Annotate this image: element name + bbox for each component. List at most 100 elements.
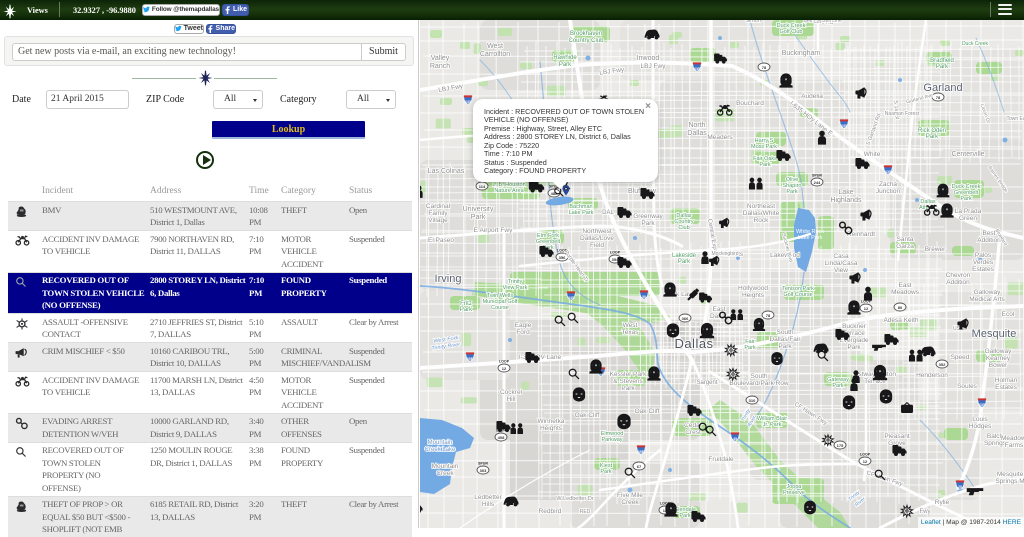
svg-text:South: South [777, 329, 794, 336]
svg-text:30: 30 [642, 295, 646, 299]
svg-text:12: 12 [502, 366, 507, 371]
svg-text:Zacha: Zacha [879, 181, 897, 188]
svg-text:78: 78 [936, 95, 941, 100]
svg-text:Hill: Hill [506, 396, 516, 403]
svg-text:Belt Line: Belt Line [822, 20, 842, 24]
svg-text:Medical Arts: Medical Arts [969, 296, 1005, 303]
svg-text:635: 635 [885, 170, 891, 174]
svg-text:12: 12 [863, 459, 868, 464]
svg-text:45: 45 [733, 437, 737, 441]
svg-text:35E: 35E [467, 357, 474, 361]
svg-text:LOOP: LOOP [610, 251, 621, 255]
svg-text:Mountain: Mountain [432, 463, 459, 470]
svg-text:Northwest: Northwest [582, 228, 611, 235]
svg-text:Oak Cliff: Oak Cliff [575, 412, 600, 419]
svg-text:University: University [463, 206, 494, 213]
svg-text:78: 78 [762, 65, 767, 70]
svg-text:Hollywood: Hollywood [738, 285, 768, 292]
svg-text:Green: Green [959, 215, 977, 222]
svg-text:Cardinal: Cardinal [426, 203, 451, 210]
svg-text:Crest: Crest [685, 429, 701, 436]
svg-text:Galloway: Galloway [974, 289, 1001, 296]
svg-text:Sargent: Sargent [696, 380, 717, 386]
svg-text:67: 67 [637, 464, 642, 469]
svg-text:Park: Park [679, 513, 691, 519]
svg-text:Greenway: Greenway [633, 213, 663, 220]
svg-text:Buckingham: Buckingham [782, 50, 821, 57]
svg-text:Addition: Addition [977, 237, 1001, 244]
svg-text:Park: Park [641, 220, 655, 227]
svg-text:Pleasant: Pleasant [884, 433, 909, 440]
svg-text:Hodges: Hodges [969, 423, 992, 430]
svg-text:Junction: Junction [876, 188, 901, 195]
svg-text:Park: Park [678, 259, 691, 265]
svg-text:Bower: Bower [989, 362, 1008, 369]
svg-text:& Stevens: & Stevens [613, 378, 643, 385]
svg-text:12: 12 [864, 306, 869, 311]
svg-text:Garland: Garland [923, 82, 962, 94]
svg-text:Golf Course: Golf Course [783, 292, 812, 298]
svg-text:35E: 35E [638, 450, 645, 454]
svg-text:Mockingbird: Mockingbird [712, 251, 739, 257]
svg-text:Henderson: Henderson [916, 372, 948, 379]
svg-text:Field: Field [590, 242, 604, 249]
svg-text:Inwood: Inwood [637, 55, 660, 62]
svg-text:Buckner: Buckner [842, 323, 867, 330]
svg-text:635: 635 [465, 100, 471, 104]
svg-text:366: 366 [682, 316, 689, 321]
svg-text:175: 175 [837, 443, 844, 448]
svg-text:View: View [834, 267, 848, 274]
svg-text:West: West [487, 43, 503, 50]
svg-text:Galloway: Galloway [985, 348, 1012, 355]
svg-text:Golf Club: Golf Club [780, 29, 803, 35]
svg-text:Ford: Ford [516, 329, 530, 336]
svg-text:635: 635 [841, 124, 847, 128]
svg-text:Irving: Irving [435, 273, 462, 285]
svg-text:Course: Course [491, 305, 509, 311]
svg-text:DAL: DAL [602, 210, 614, 216]
svg-text:Park: Park [600, 469, 612, 475]
svg-text:Five Mile: Five Mile [617, 492, 643, 499]
svg-text:Lake Park: Lake Park [798, 235, 823, 241]
svg-text:Park: Park [960, 196, 972, 202]
svg-text:Fwy: Fwy [920, 509, 931, 515]
svg-text:West: West [623, 322, 638, 329]
svg-text:White: White [864, 151, 881, 158]
svg-text:Meadows: Meadows [891, 289, 920, 296]
svg-text:Town East: Town East [1006, 116, 1024, 122]
svg-text:Duck Creek: Duck Creek [962, 41, 989, 47]
svg-text:Chevron: Chevron [946, 272, 971, 279]
svg-text:Soules: Soules [957, 383, 978, 390]
svg-text:Park: Park [786, 189, 798, 195]
svg-text:Mesquite: Mesquite [972, 328, 1017, 340]
svg-text:El Paseo: El Paseo [428, 237, 454, 244]
svg-text:78: 78 [766, 313, 771, 318]
svg-text:408: 408 [498, 435, 505, 440]
svg-text:244: 244 [814, 180, 821, 185]
svg-text:Park: Park [460, 307, 473, 313]
svg-text:Rock: Rock [754, 217, 770, 224]
svg-text:635: 635 [694, 67, 700, 71]
svg-text:Northeast: Northeast [747, 203, 775, 210]
svg-text:Rawhide: Rawhide [553, 55, 577, 61]
svg-text:Verdes: Verdes [973, 259, 994, 266]
svg-text:Park: Park [744, 345, 756, 351]
svg-text:Bouchard: Bouchard [736, 100, 764, 107]
svg-text:114: 114 [479, 184, 486, 189]
svg-text:Mesquite: Mesquite [997, 471, 1024, 478]
svg-text:Dallas/Fair: Dallas/Fair [769, 336, 801, 343]
svg-text:Naaman Forest: Naaman Forest [885, 111, 920, 117]
svg-text:Audelia: Audelia [801, 93, 823, 100]
svg-text:Casa: Casa [833, 253, 849, 260]
svg-text:Hills: Hills [482, 501, 495, 508]
svg-text:635: 635 [979, 403, 985, 407]
svg-text:Ledbetter: Ledbetter [474, 494, 502, 501]
svg-text:Parkway: Parkway [601, 437, 622, 443]
svg-text:Dallas: Dallas [687, 130, 707, 137]
svg-text:Park: Park [759, 162, 771, 168]
svg-text:Dallas/White: Dallas/White [743, 210, 780, 217]
svg-text:Kearney: Kearney [986, 355, 1011, 362]
svg-text:Heights: Heights [540, 425, 563, 432]
svg-text:Meaders: Meaders [707, 134, 733, 141]
svg-text:Park: Park [847, 344, 861, 351]
